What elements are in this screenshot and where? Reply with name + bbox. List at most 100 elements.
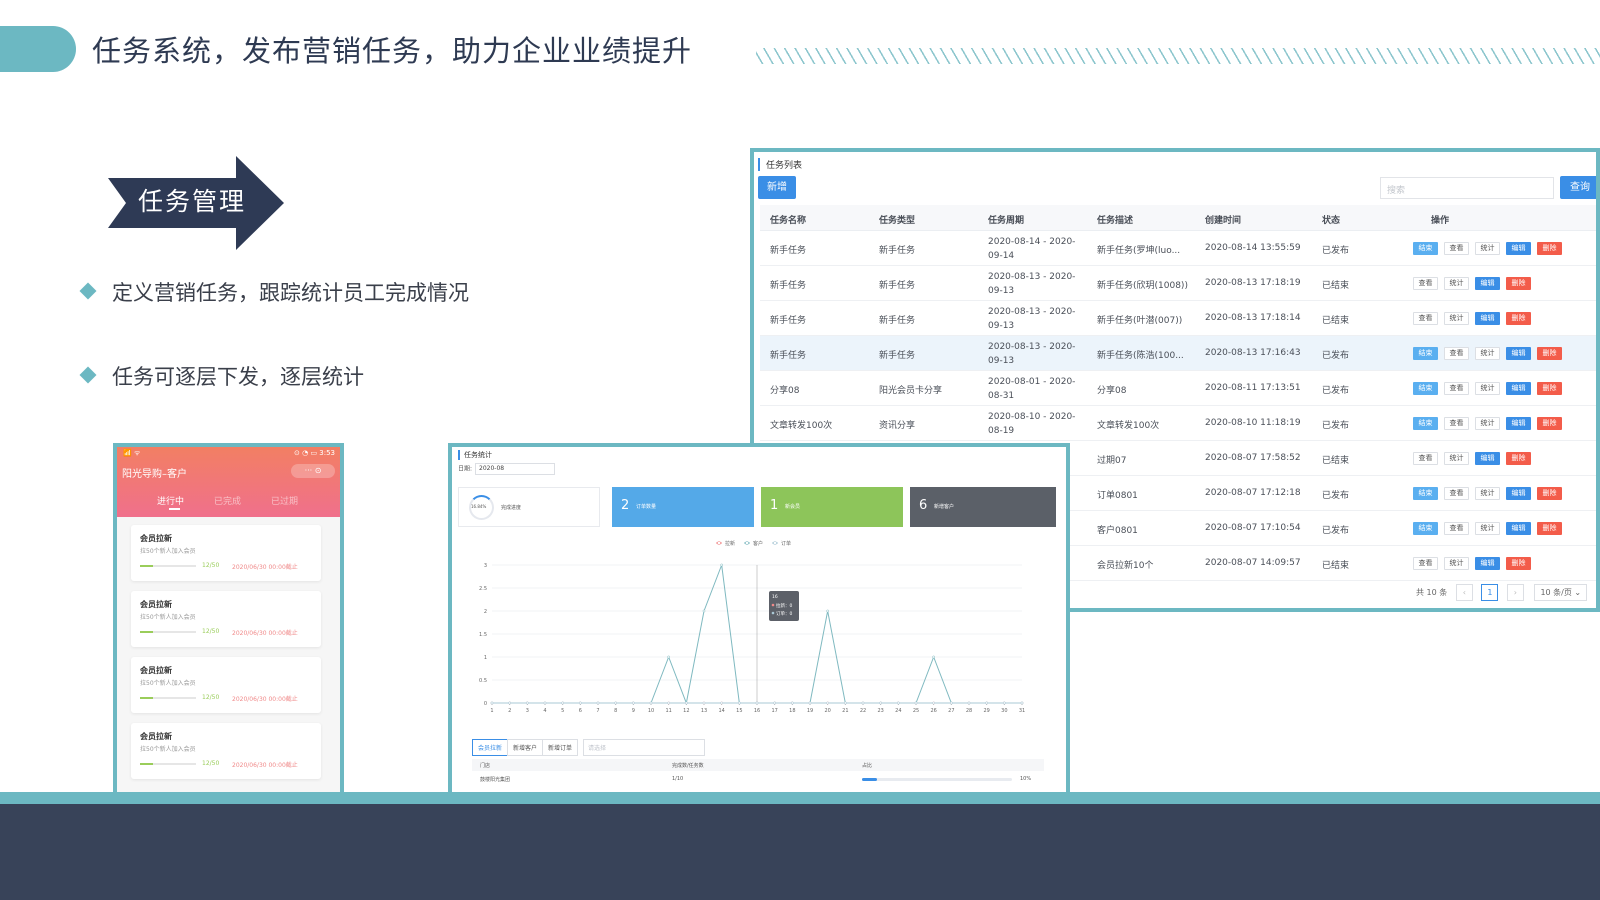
task-card[interactable]: 会员拉新 拉50个新人加入会员 12/50 2020/06/30 00:00截止 (131, 525, 321, 581)
table-row[interactable]: 分享08 阳光会员卡分享 2020-08-01 - 2020-08-31 分享08 20… (760, 371, 1596, 406)
miniapp-menu-button[interactable]: ··· ⊙ (291, 464, 335, 478)
view-button[interactable]: 查看 (1413, 452, 1438, 465)
del-button[interactable]: 删除 (1537, 382, 1562, 395)
del-button[interactable]: 删除 (1506, 312, 1531, 325)
edit-button[interactable]: 编辑 (1506, 487, 1531, 500)
table-row[interactable]: 新手任务 新手任务 2020-08-13 - 2020-09-13 新手任务(叶潜(0… (760, 301, 1596, 336)
del-button[interactable]: 删除 (1537, 522, 1562, 535)
cell-type: 新手任务 (879, 351, 916, 361)
edit-button[interactable]: 编辑 (1475, 557, 1500, 570)
date-picker-input[interactable]: 2020-08 (475, 463, 556, 475)
stat-button[interactable]: 统计 (1444, 277, 1469, 290)
row-actions: 查看 统计 编辑 删除 (1413, 452, 1537, 471)
data-point (525, 701, 529, 705)
cell-period: 2020-08-10 - 2020-08-19 (988, 412, 1076, 436)
search-input[interactable]: 搜索 (1380, 177, 1554, 199)
edit-button[interactable]: 编辑 (1475, 312, 1500, 325)
tab-new-customers[interactable]: 新增客户 (507, 739, 544, 756)
cell-name: 文章转发100次 (770, 421, 833, 431)
card-number: 6 (919, 498, 928, 513)
tab-expired[interactable]: 已过期 (271, 494, 298, 507)
tab-new-orders[interactable]: 新增订单 (542, 739, 579, 756)
edit-button[interactable]: 编辑 (1506, 417, 1531, 430)
stat-button[interactable]: 统计 (1475, 382, 1500, 395)
tab-member-recruit[interactable]: 会员拉新 (472, 739, 509, 756)
end-button[interactable]: 结束 (1413, 487, 1438, 500)
stat-button[interactable]: 统计 (1444, 312, 1469, 325)
view-button[interactable]: 查看 (1444, 522, 1469, 535)
diamond-bullet-icon (79, 366, 97, 384)
end-button[interactable]: 结束 (1413, 382, 1438, 395)
view-button[interactable]: 查看 (1444, 487, 1469, 500)
view-button[interactable]: 查看 (1413, 557, 1438, 570)
view-button[interactable]: 查看 (1413, 277, 1438, 290)
del-button[interactable]: 删除 (1537, 242, 1562, 255)
end-button[interactable]: 结束 (1413, 417, 1438, 430)
task-card[interactable]: 会员拉新 拉50个新人加入会员 12/50 2020/06/30 00:00截止 (131, 591, 321, 647)
edit-button[interactable]: 编辑 (1475, 452, 1500, 465)
add-task-button[interactable]: 新增 (758, 176, 796, 199)
edit-button[interactable]: 编辑 (1506, 382, 1531, 395)
query-button[interactable]: 查询 (1560, 176, 1596, 199)
end-button[interactable]: 结束 (1413, 347, 1438, 360)
col-header: 任务周期 (988, 216, 1025, 226)
view-button[interactable]: 查看 (1444, 347, 1469, 360)
next-page-button[interactable]: › (1506, 584, 1524, 601)
x-tick-label: 21 (842, 708, 848, 714)
stat-button[interactable]: 统计 (1475, 242, 1500, 255)
x-tick-label: 28 (966, 708, 972, 714)
stat-button[interactable]: 统计 (1475, 487, 1500, 500)
view-button[interactable]: 查看 (1413, 312, 1438, 325)
del-button[interactable]: 删除 (1506, 452, 1531, 465)
end-button[interactable]: 结束 (1413, 242, 1438, 255)
table-row[interactable]: 文章转发100次 资讯分享 2020-08-10 - 2020-08-19 文章转发1… (760, 406, 1596, 441)
date-label: 日期: (458, 465, 473, 473)
table-row[interactable]: 新手任务 新手任务 2020-08-13 - 2020-09-13 新手任务(陈浩(1… (760, 336, 1596, 371)
card-title: 会员拉新 (140, 534, 172, 543)
stat-button[interactable]: 统计 (1444, 452, 1469, 465)
cell-name: 新手任务 (770, 281, 807, 291)
stats-tabs: 会员拉新 新增客户 新增订单 请选择 (472, 739, 706, 756)
section-title: 任务管理 (138, 187, 247, 216)
edit-button[interactable]: 编辑 (1506, 347, 1531, 360)
section-arrow: 任务管理 (108, 156, 284, 250)
cell-name: 分享08 (770, 386, 800, 396)
x-tick-label: 13 (701, 708, 707, 714)
del-button[interactable]: 删除 (1506, 557, 1531, 570)
stat-button[interactable]: 统计 (1475, 347, 1500, 360)
table-row[interactable]: 新手任务 新手任务 2020-08-14 - 2020-09-14 新手任务(罗坤(l… (760, 231, 1596, 266)
stats-title: 任务统计 (458, 450, 492, 460)
task-card[interactable]: 会员拉新 拉50个新人加入会员 12/50 2020/06/30 00:00截止 (131, 657, 321, 713)
card-label: 新增客户 (934, 504, 955, 510)
stat-button[interactable]: 统计 (1444, 557, 1469, 570)
view-button[interactable]: 查看 (1444, 382, 1469, 395)
table-row: 鼓楼阳光集团 1/10 10% (472, 773, 1044, 785)
del-button[interactable]: 删除 (1506, 277, 1531, 290)
del-button[interactable]: 删除 (1537, 347, 1562, 360)
table-row[interactable]: 新手任务 新手任务 2020-08-13 - 2020-09-13 新手任务(欣玥(1… (760, 266, 1596, 301)
prev-page-button[interactable]: ‹ (1455, 584, 1473, 601)
cell-status: 已结束 (1322, 456, 1350, 466)
edit-button[interactable]: 编辑 (1506, 242, 1531, 255)
stat-button[interactable]: 统计 (1475, 417, 1500, 430)
cell-desc: 新手任务(欣玥(1008)) (1097, 281, 1188, 291)
del-button[interactable]: 删除 (1537, 417, 1562, 430)
edit-button[interactable]: 编辑 (1475, 277, 1500, 290)
diamond-bullet-icon (79, 282, 97, 300)
tab-completed[interactable]: 已完成 (214, 494, 241, 507)
card-progress-bar (140, 631, 196, 633)
end-button[interactable]: 结束 (1413, 522, 1438, 535)
task-card[interactable]: 会员拉新 拉50个新人加入会员 12/50 2020/06/30 00:00截止 (131, 723, 321, 779)
page-size-select[interactable]: 10 条/页 ⌄ (1534, 584, 1588, 601)
card-number: 2 (621, 498, 630, 513)
page-1-button[interactable]: 1 (1481, 584, 1499, 601)
view-button[interactable]: 查看 (1444, 242, 1469, 255)
store-select[interactable]: 请选择 (583, 739, 706, 756)
tab-in-progress[interactable]: 进行中 (157, 494, 184, 507)
del-button[interactable]: 删除 (1537, 487, 1562, 500)
legend-label: 订单 (781, 540, 791, 547)
edit-button[interactable]: 编辑 (1506, 522, 1531, 535)
view-button[interactable]: 查看 (1444, 417, 1469, 430)
stat-button[interactable]: 统计 (1475, 522, 1500, 535)
card-deadline: 2020/06/30 00:00截止 (232, 762, 298, 769)
